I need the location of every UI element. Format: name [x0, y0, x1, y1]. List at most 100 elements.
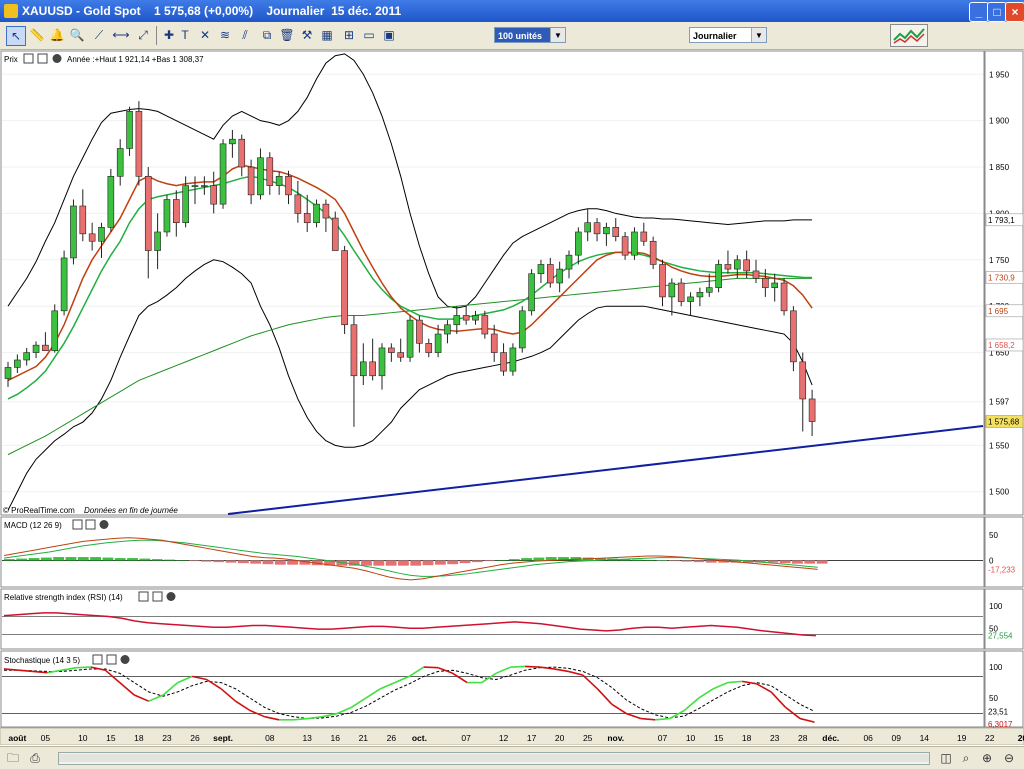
maximize-button[interactable]: □: [987, 2, 1007, 22]
cursor-icon[interactable]: ↖: [6, 26, 26, 46]
bull-candle: [696, 291, 704, 298]
bear-candle: [173, 199, 180, 223]
macd-panel[interactable]: [0, 516, 985, 588]
chart-mode-icon[interactable]: ◫: [937, 749, 955, 767]
bear-candle: [593, 222, 601, 235]
trend-line-icon[interactable]: ⤢: [134, 26, 152, 44]
scrollbar-thumb[interactable]: [59, 754, 929, 762]
x-axis-tick-label: 12: [499, 733, 509, 743]
horizontal-line-icon[interactable]: ⟷: [112, 26, 130, 44]
zoom-out-icon[interactable]: ⊖: [1000, 749, 1018, 767]
indicator-chart-icon: [893, 28, 925, 44]
fibonacci-icon[interactable]: ≋: [216, 26, 234, 44]
macd-histogram-bar: [410, 560, 422, 566]
macd-histogram-bar: [176, 560, 188, 561]
stoch-panel-label: Stochastique (14 3 5): [4, 656, 80, 665]
stoch-k-segment: [423, 666, 439, 669]
x-axis-tick-label: 26: [190, 733, 200, 743]
window-icon[interactable]: ▣: [380, 26, 398, 44]
x-axis-tick-label: 07: [461, 733, 471, 743]
ruler-icon[interactable]: 📏: [28, 26, 46, 44]
print-icon[interactable]: ⎙: [26, 749, 44, 767]
zoom-in-icon[interactable]: ⊕: [978, 749, 996, 767]
tools-icon[interactable]: ⚒: [298, 26, 316, 44]
channel-icon[interactable]: ⫽: [236, 26, 254, 44]
macd-histogram-bar: [114, 558, 126, 561]
folder-icon[interactable]: 🗀: [4, 749, 22, 767]
x-axis-tick-label: 18: [134, 733, 144, 743]
bear-candle: [266, 157, 274, 186]
bear-candle: [341, 250, 348, 326]
close-icon[interactable]: [166, 592, 176, 601]
macd-panel-label: MACD (12 26 9): [4, 521, 62, 530]
bottom-bar: 🗀 ⎙ ◫ ⌕ ⊕ ⊖: [0, 746, 1024, 769]
rectangle-icon[interactable]: ▭: [360, 26, 378, 44]
close-icon[interactable]: [99, 520, 109, 529]
prorealtime-logo: © ProRealTime.com: [3, 506, 75, 515]
bear-candle: [388, 347, 395, 353]
bull-candle: [528, 273, 535, 312]
bear-candle: [780, 282, 788, 312]
alarm-icon[interactable]: 🔔: [48, 26, 66, 44]
bear-candle: [724, 264, 732, 270]
minimize-button[interactable]: _: [969, 2, 989, 22]
macd-axis[interactable]: [984, 516, 1024, 588]
x-axis-tick-label: 09: [892, 733, 902, 743]
price-value-tag: 1 793,1: [988, 216, 1015, 225]
macd-histogram-bar: [188, 560, 200, 562]
price-tick-label: 1 500: [989, 488, 1010, 497]
bull-candle: [219, 143, 227, 205]
rsi-panel-label: Relative strength index (RSI) (14): [4, 593, 123, 602]
units-select[interactable]: 100 unités ▼: [494, 27, 566, 43]
bear-candle: [799, 361, 807, 400]
app-icon: [4, 4, 18, 18]
macd-histogram-bar: [631, 559, 643, 561]
x-axis-tick-label: août: [8, 733, 26, 743]
price-tick-label: 1 750: [989, 256, 1010, 265]
year-range-annotation: Année :+Haut 1 921,14 +Bas 1 308,37: [67, 55, 204, 64]
period-select[interactable]: Journalier ▼: [689, 27, 767, 43]
macd-histogram-bar: [508, 559, 520, 561]
macd-histogram-bar: [28, 558, 40, 561]
macd-histogram-bar: [816, 560, 828, 564]
macd-histogram-bar: [373, 560, 385, 566]
x-axis-tick-label: 05: [41, 733, 51, 743]
horizontal-scrollbar[interactable]: [58, 752, 930, 765]
macd-histogram-bar: [127, 558, 138, 561]
bull-candle: [191, 185, 199, 187]
bull-candle: [687, 296, 694, 302]
bear-candle: [397, 352, 405, 358]
zoom-icon[interactable]: 🔍: [68, 26, 86, 44]
drawing-toolbar: ↖ 📏 🔔 🔍 ⟋ ⟷ ⤢ ✚ T ✕ ≋ ⫽ ⧉ 🗑 ⚒ ▦ ⊞ ▭ ▣ 10…: [0, 22, 1024, 50]
price-tick-label: 1 550: [989, 441, 1010, 450]
macd-histogram-bar: [792, 560, 803, 564]
cross2-icon[interactable]: ✕: [196, 26, 214, 44]
layout-icon[interactable]: ⊞: [340, 26, 358, 44]
close-button[interactable]: ×: [1005, 2, 1024, 22]
x-axis-tick-label: 15: [714, 733, 724, 743]
line-icon[interactable]: ⟋: [90, 26, 108, 44]
stoch-panel[interactable]: [0, 650, 985, 728]
chart-area[interactable]: 1 5001 5501 5971 6501 7001 7501 8001 850…: [0, 50, 1024, 745]
close-icon[interactable]: [120, 655, 130, 664]
bull-candle: [509, 347, 517, 372]
x-axis-tick-label: nov.: [607, 733, 624, 743]
macd-histogram-bar: [53, 557, 65, 561]
bear-candle: [42, 344, 49, 352]
macd-histogram-bar: [681, 560, 693, 562]
macd-tick-label: 0: [989, 557, 994, 566]
macd-histogram-bar: [201, 560, 212, 562]
macd-histogram-bar: [471, 560, 483, 563]
indicators-button[interactable]: [890, 24, 928, 47]
grid-icon[interactable]: ▦: [318, 26, 336, 44]
macd-histogram-bar: [422, 560, 434, 566]
bear-candle: [808, 398, 816, 422]
text-icon[interactable]: T: [176, 26, 194, 44]
bear-candle: [238, 138, 246, 168]
delete-icon[interactable]: 🗑: [278, 26, 296, 44]
macd-histogram-bar: [40, 557, 52, 561]
close-icon[interactable]: [52, 54, 62, 63]
bull-candle: [51, 310, 59, 352]
object-icon[interactable]: ⧉: [258, 26, 276, 44]
zoom-region-icon[interactable]: ⌕: [957, 749, 975, 767]
